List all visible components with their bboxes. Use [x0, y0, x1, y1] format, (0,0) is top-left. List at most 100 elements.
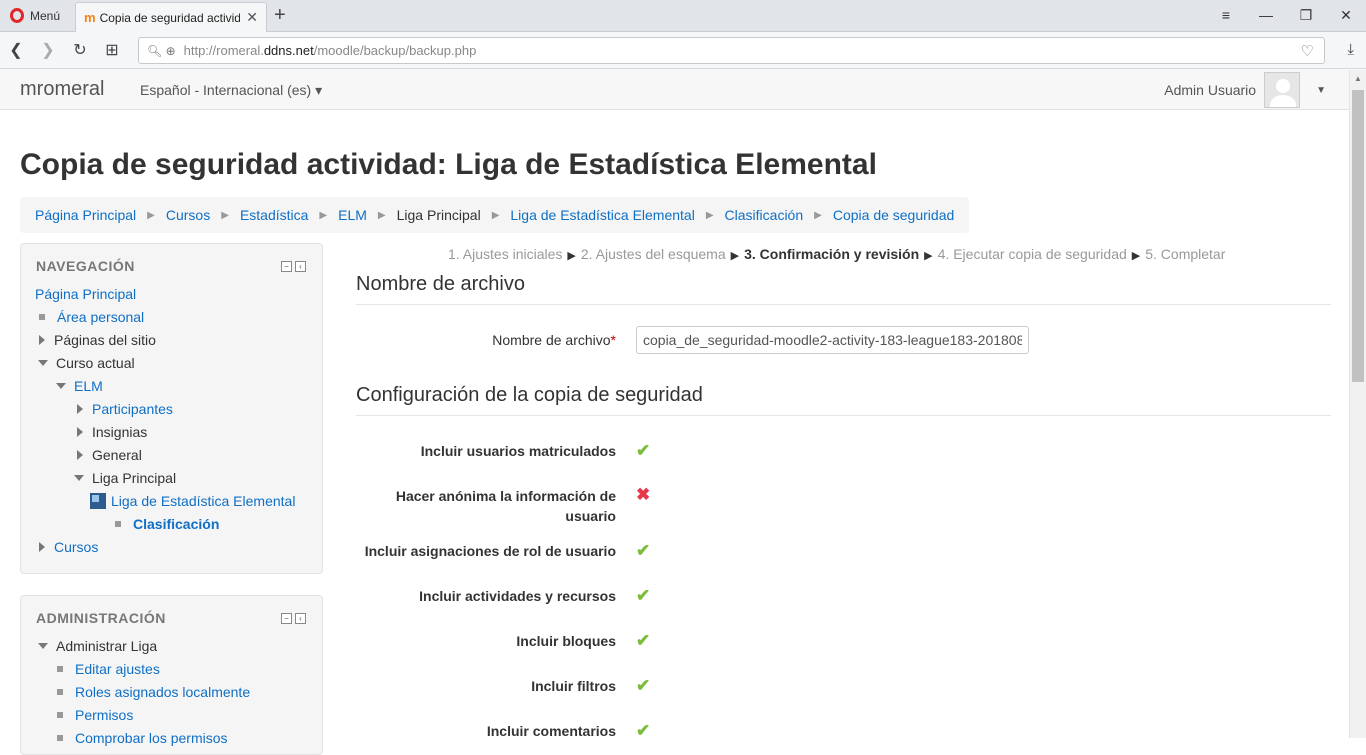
back-icon[interactable]: ❮ [0, 40, 32, 60]
nav-item-label[interactable]: Página Principal [35, 286, 136, 302]
nav-item-participantes[interactable]: Participantes [77, 401, 173, 417]
nav-item-label[interactable]: Participantes [92, 401, 173, 417]
breadcrumb-separator-icon: ▶ [491, 209, 500, 221]
nav-item-insignias[interactable]: Insignias [77, 424, 147, 440]
nav-item-general[interactable]: General [77, 447, 142, 463]
admin-item-label[interactable]: Roles asignados localmente [75, 684, 250, 700]
collapse-icon[interactable] [56, 383, 66, 389]
nav-item-home[interactable]: Página Principal [35, 286, 136, 302]
nav-item-label[interactable]: Cursos [54, 539, 98, 555]
check-icon: ✔ [636, 676, 651, 695]
page-scrollbar[interactable]: ▲ [1349, 70, 1366, 738]
breadcrumb-cursos[interactable]: Cursos [166, 207, 210, 223]
administration-block: ADMINISTRACIÓN − ‹ Administrar Liga Edit… [20, 595, 323, 755]
speed-dial-icon[interactable]: ⊞ [96, 40, 128, 60]
step-1: 1. Ajustes iniciales [448, 246, 563, 262]
admin-item-label: Administrar Liga [56, 638, 158, 654]
window-controls: ≡ — ❐ ✕ [1206, 0, 1366, 30]
site-info-icon[interactable]: 🔍︎ ⊕ [147, 44, 176, 58]
filename-input[interactable] [636, 326, 1029, 354]
admin-item-label[interactable]: Editar ajustes [75, 661, 160, 677]
restore-icon[interactable]: ❐ [1286, 0, 1326, 30]
collapse-block-icon[interactable]: − [281, 613, 292, 624]
breadcrumb-liga-principal: Liga Principal [396, 207, 481, 223]
collapse-icon[interactable] [38, 643, 48, 649]
scroll-up-icon[interactable]: ▲ [1354, 74, 1362, 83]
nav-item-liga-principal[interactable]: Liga Principal [74, 470, 176, 486]
admin-item-label[interactable]: Permisos [75, 707, 133, 723]
breadcrumb-liga[interactable]: Liga de Estadística Elemental [510, 207, 694, 223]
collapse-icon[interactable] [38, 360, 48, 366]
admin-item-editar-ajustes[interactable]: Editar ajustes [57, 661, 160, 677]
breadcrumb-separator-icon: ▶ [705, 209, 714, 221]
admin-item-permisos[interactable]: Permisos [57, 707, 133, 723]
expand-icon[interactable] [39, 335, 45, 345]
navigation-block-header: NAVEGACIÓN − ‹ [21, 244, 322, 284]
breadcrumb-separator-icon: ▶ [814, 209, 822, 221]
nav-item-label: Insignias [92, 424, 148, 440]
nav-item-clasificacion[interactable]: Clasificación [115, 516, 219, 532]
scrollbar-thumb[interactable] [1352, 90, 1364, 382]
dock-block-icon[interactable]: ‹ [295, 613, 306, 624]
nav-item-label[interactable]: Clasificación [133, 516, 219, 532]
download-icon[interactable]: ⤓ [1347, 41, 1354, 58]
collapse-icon[interactable] [74, 475, 84, 481]
step-2: 2. Ajustes del esquema [580, 246, 726, 262]
admin-item-comprobar-permisos[interactable]: Comprobar los permisos [57, 730, 228, 746]
option-label: Hacer anónima la información de usuario [395, 488, 616, 524]
avatar [1264, 72, 1301, 108]
nav-item-elm[interactable]: ELM [56, 378, 103, 394]
option-label: Incluir bloques [516, 633, 616, 649]
new-tab-icon[interactable]: + [274, 4, 286, 27]
reload-icon[interactable]: ↻ [64, 40, 96, 60]
nav-item-liga-estadistica[interactable]: Liga de Estadística Elemental [90, 493, 295, 509]
breadcrumb-elm[interactable]: ELM [338, 207, 367, 223]
dock-block-icon[interactable]: ‹ [295, 261, 306, 272]
site-brand[interactable]: mromeral [20, 78, 104, 101]
step-arrow-icon: ▶ [730, 250, 740, 262]
close-window-icon[interactable]: ✕ [1326, 0, 1366, 30]
url-path: /moodle/backup/backup.php [313, 43, 477, 58]
nav-item-label: Páginas del sitio [54, 332, 156, 348]
browser-tab[interactable]: m Copia de seguridad activid ✕ [75, 2, 267, 32]
url-field[interactable]: 🔍︎ ⊕ http://romeral. ddns.net/moodle/back… [138, 37, 1325, 64]
breadcrumb-copia[interactable]: Copia de seguridad [833, 207, 954, 223]
forward-icon[interactable]: ❯ [32, 40, 64, 60]
nav-item-label[interactable]: Área personal [57, 309, 144, 325]
expand-icon[interactable] [77, 427, 83, 437]
filename-section-heading: Nombre de archivo [356, 273, 1331, 305]
cross-icon: ✖ [636, 485, 651, 504]
check-icon: ✔ [636, 631, 651, 650]
tab-close-icon[interactable]: ✕ [246, 9, 258, 26]
expand-icon[interactable] [39, 542, 45, 552]
nav-item-cursos[interactable]: Cursos [39, 539, 98, 555]
opera-menu-button[interactable]: Menú [10, 8, 60, 23]
admin-item-administrar-liga[interactable]: Administrar Liga [38, 638, 157, 654]
step-arrow-icon: ▶ [567, 250, 576, 262]
tab-menu-icon[interactable]: ≡ [1206, 0, 1246, 30]
breadcrumb-home[interactable]: Página Principal [35, 207, 136, 223]
nav-item-label[interactable]: Liga de Estadística Elemental [111, 493, 295, 509]
expand-icon[interactable] [77, 404, 83, 414]
bullet-icon [57, 735, 63, 741]
breadcrumb-separator-icon: ▶ [377, 209, 386, 221]
opera-logo-icon [10, 8, 24, 23]
check-icon: ✔ [636, 441, 651, 460]
nav-item-curso-actual[interactable]: Curso actual [38, 355, 135, 371]
breadcrumb-estadistica[interactable]: Estadística [240, 207, 308, 223]
user-menu[interactable]: Admin Usuario ▼ [1164, 72, 1326, 108]
expand-icon[interactable] [77, 450, 83, 460]
bookmark-heart-icon[interactable]: ♡ [1301, 42, 1314, 60]
admin-item-label[interactable]: Comprobar los permisos [75, 730, 228, 746]
nav-item-label[interactable]: ELM [74, 378, 103, 394]
breadcrumb-clasificacion[interactable]: Clasificación [725, 207, 804, 223]
step-3-current: 3. Confirmación y revisión [744, 246, 920, 262]
collapse-block-icon[interactable]: − [281, 261, 292, 272]
nav-item-paginas-sitio[interactable]: Páginas del sitio [39, 332, 156, 348]
nav-item-area-personal[interactable]: Área personal [39, 309, 144, 325]
opera-menu-label: Menú [30, 8, 61, 23]
language-selector[interactable]: Español - Internacional (es) ▾ [140, 82, 322, 99]
minimize-icon[interactable]: — [1246, 0, 1286, 30]
admin-item-roles[interactable]: Roles asignados localmente [57, 684, 250, 700]
user-menu-caret-icon[interactable]: ▼ [1316, 85, 1326, 96]
